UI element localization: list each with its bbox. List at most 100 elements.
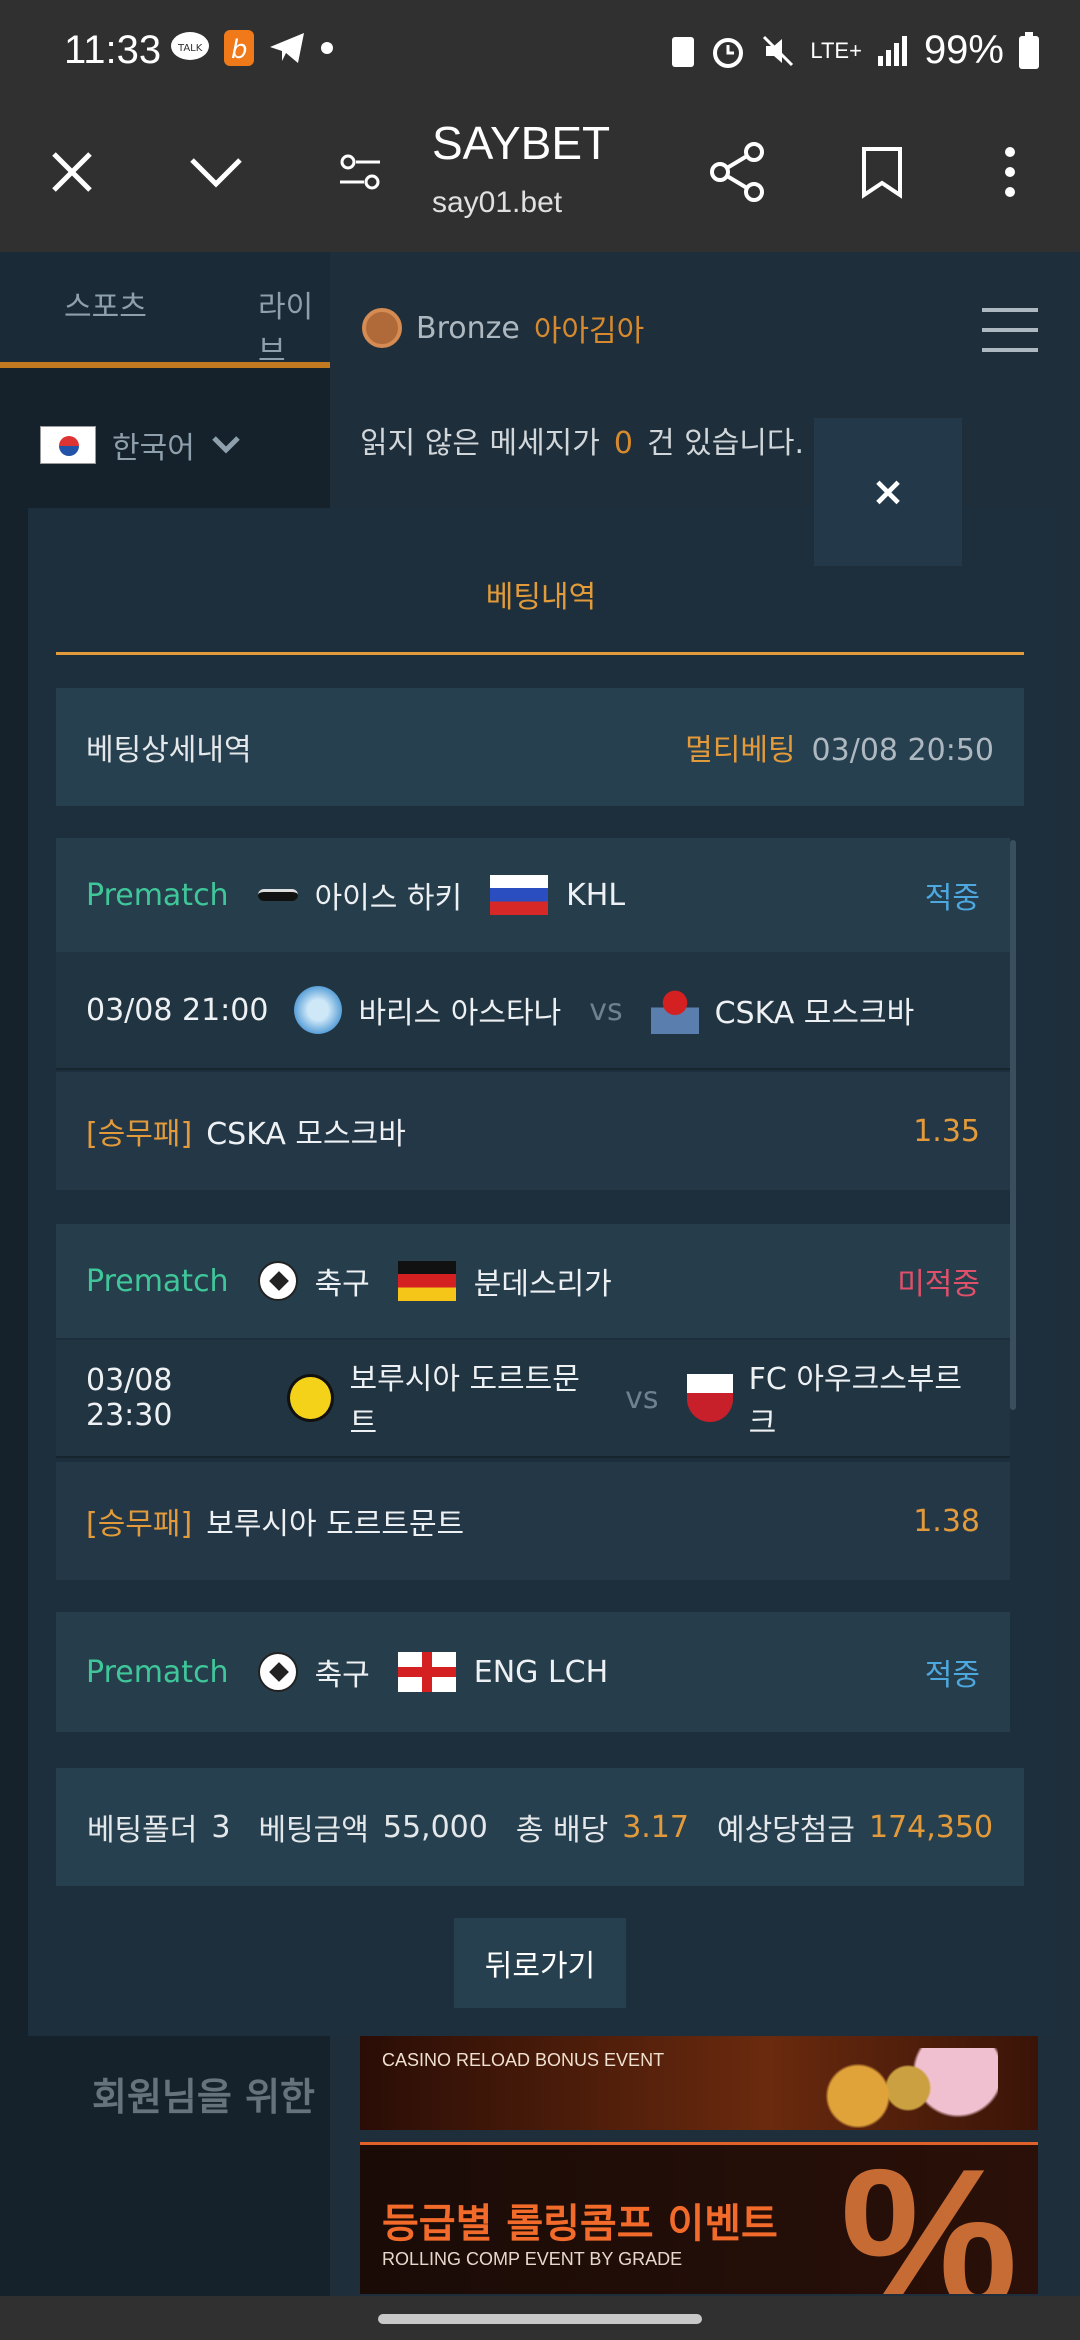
- scrollbar[interactable]: [1010, 840, 1016, 1410]
- site-settings-icon[interactable]: [324, 136, 396, 208]
- soccer-ball-icon: [257, 1651, 299, 1693]
- bet-type: 멀티베팅: [685, 733, 796, 768]
- away-team: FC 아우크스부르크: [748, 1362, 962, 1441]
- message-count: 0: [613, 426, 633, 461]
- more-menu-icon[interactable]: [974, 136, 1046, 208]
- signal-icon: [877, 35, 907, 66]
- bet-mode: Prematch: [86, 877, 229, 913]
- tab-live[interactable]: 라이브: [258, 282, 330, 370]
- bet-2-match: 03/08 23:30 보루시아 도르트문트 vs FC 아우크스부르크: [56, 1340, 1010, 1458]
- site-tabs: 스포츠 라이브: [0, 252, 330, 370]
- back-button[interactable]: 뒤로가기: [454, 1918, 626, 2008]
- soccer-ball-icon: [257, 1260, 299, 1302]
- sport-name: 축구: [314, 1658, 370, 1693]
- match-time: 03/08 21:00: [86, 992, 269, 1028]
- language-selector[interactable]: 한국어: [40, 410, 300, 480]
- pick-selection: CSKA 모스크바: [206, 1117, 406, 1152]
- menu-icon[interactable]: [982, 308, 1038, 352]
- telegram-icon: [270, 33, 304, 63]
- amount-label: 베팅금액: [258, 1813, 369, 1848]
- pick-odds: 1.38: [913, 1503, 980, 1539]
- page-title: SAYBET: [432, 117, 611, 169]
- bronze-medal-icon: [362, 308, 402, 348]
- kakaotalk-icon: TALK: [171, 32, 209, 60]
- user-rank: Bronze 아아김아: [362, 306, 644, 350]
- chevron-down-icon[interactable]: [180, 136, 252, 208]
- payout-value: 174,350: [868, 1809, 994, 1845]
- folder-value: 3: [211, 1809, 231, 1845]
- welcome-heading: 회원님을 위한: [92, 2075, 315, 2119]
- russia-flag-icon: [490, 875, 549, 915]
- bet-detail-header: 베팅상세내역 멀티베팅 03/08 20:50: [56, 688, 1024, 806]
- payout-label: 예상당첨금: [716, 1813, 855, 1848]
- bet-2-pick: [승무패] 보루시아 도르트문트 1.38: [56, 1462, 1010, 1580]
- detail-label: 베팅상세내역: [86, 733, 252, 768]
- away-team: CSKA 모스크바: [714, 996, 915, 1031]
- browser-toolbar: SAYBET say01.bet: [0, 100, 1080, 252]
- divider: [56, 652, 1024, 655]
- bookmark-icon[interactable]: [846, 136, 918, 208]
- chevron-down-icon: [212, 436, 240, 454]
- coins-image: [798, 2048, 998, 2128]
- mute-icon: [763, 35, 794, 66]
- barys-logo-icon: [294, 986, 343, 1034]
- message-prefix: 읽지 않은 메세지가: [360, 426, 600, 461]
- user-nickname: 아아김아: [533, 314, 645, 349]
- total-odds-value: 3.17: [622, 1809, 689, 1845]
- network-type: LTE+: [810, 37, 862, 63]
- bet-1-match: 03/08 21:00 바리스 아스타나 vs CSKA 모스크바: [56, 952, 1010, 1070]
- amount-value: 55,000: [382, 1809, 488, 1845]
- germany-flag-icon: [397, 1261, 456, 1301]
- dortmund-logo-icon: [287, 1374, 334, 1422]
- page-url[interactable]: say01.bet: [432, 186, 562, 220]
- ice-hockey-icon: [257, 874, 299, 916]
- bet-3-header: Prematch 축구 ENG LCH 적중: [56, 1612, 1010, 1732]
- close-tab-icon[interactable]: [36, 136, 108, 208]
- share-icon[interactable]: [702, 136, 774, 208]
- bet-1-pick: [승무패] CSKA 모스크바 1.35: [56, 1072, 1010, 1190]
- bet-mode: Prematch: [86, 1654, 229, 1690]
- message-notice[interactable]: 읽지 않은 메세지가 0 건 있습니다.: [360, 418, 804, 462]
- bet-datetime: 03/08 20:50: [811, 733, 994, 768]
- home-handle[interactable]: [378, 2314, 702, 2324]
- battery-icon: [1019, 31, 1039, 69]
- modal-title: 베팅내역: [485, 580, 597, 615]
- b-app-icon: b: [224, 30, 254, 66]
- league-name: 분데스리가: [473, 1267, 612, 1302]
- bet-summary: 베팅폴더 3 베팅금액 55,000 총 배당 3.17 예상당첨금 174,3…: [56, 1768, 1024, 1886]
- home-team: 보루시아 도르트문트: [349, 1362, 580, 1441]
- system-icons: LTE+ 99%: [670, 28, 1040, 73]
- banner-subtitle: ROLLING COMP EVENT BY GRADE: [382, 2249, 683, 2269]
- battery-level: 99%: [923, 28, 1004, 72]
- korea-flag-icon: [40, 426, 96, 464]
- market-label: [승무패]: [86, 1507, 193, 1542]
- status-bar: 11:33 TALK b LTE+ 99%: [0, 0, 1080, 100]
- home-team: 바리스 아스타나: [358, 996, 562, 1031]
- gesture-nav-bar: [0, 2296, 1080, 2340]
- augsburg-logo-icon: [686, 1374, 733, 1422]
- market-label: [승무패]: [86, 1117, 193, 1152]
- message-suffix: 건 있습니다.: [646, 426, 805, 461]
- vs-label: vs: [625, 1380, 659, 1416]
- sport-name: 축구: [314, 1267, 370, 1302]
- casino-reload-banner[interactable]: CASINO RELOAD BONUS EVENT: [360, 2034, 1038, 2130]
- vs-label: vs: [589, 992, 623, 1028]
- banner-title: 등급별 롤링콤프 이벤트: [382, 2201, 778, 2247]
- league-name: ENG LCH: [473, 1654, 609, 1690]
- rolling-comp-banner[interactable]: 등급별 롤링콤프 이벤트 ROLLING COMP EVENT BY GRADE…: [360, 2142, 1038, 2294]
- pick-odds: 1.35: [913, 1113, 980, 1149]
- alarm-icon: [713, 37, 744, 68]
- bet-1-header: Prematch 아이스 하키 KHL 적중: [56, 838, 1010, 952]
- clock: 11:33: [64, 28, 162, 72]
- battery-saver-icon: [672, 36, 695, 67]
- folder-label: 베팅폴더: [86, 1813, 198, 1848]
- svg-text:TALK: TALK: [177, 43, 203, 54]
- notification-icons: TALK b: [170, 30, 334, 66]
- tab-sports[interactable]: 스포츠: [64, 282, 147, 326]
- language-label: 한국어: [112, 431, 195, 466]
- rank-level: Bronze: [416, 310, 520, 346]
- cska-logo-icon: [650, 986, 699, 1034]
- england-flag-icon: [397, 1652, 456, 1692]
- bet-mode: Prematch: [86, 1263, 229, 1299]
- odds-label: 총 배당: [515, 1813, 609, 1848]
